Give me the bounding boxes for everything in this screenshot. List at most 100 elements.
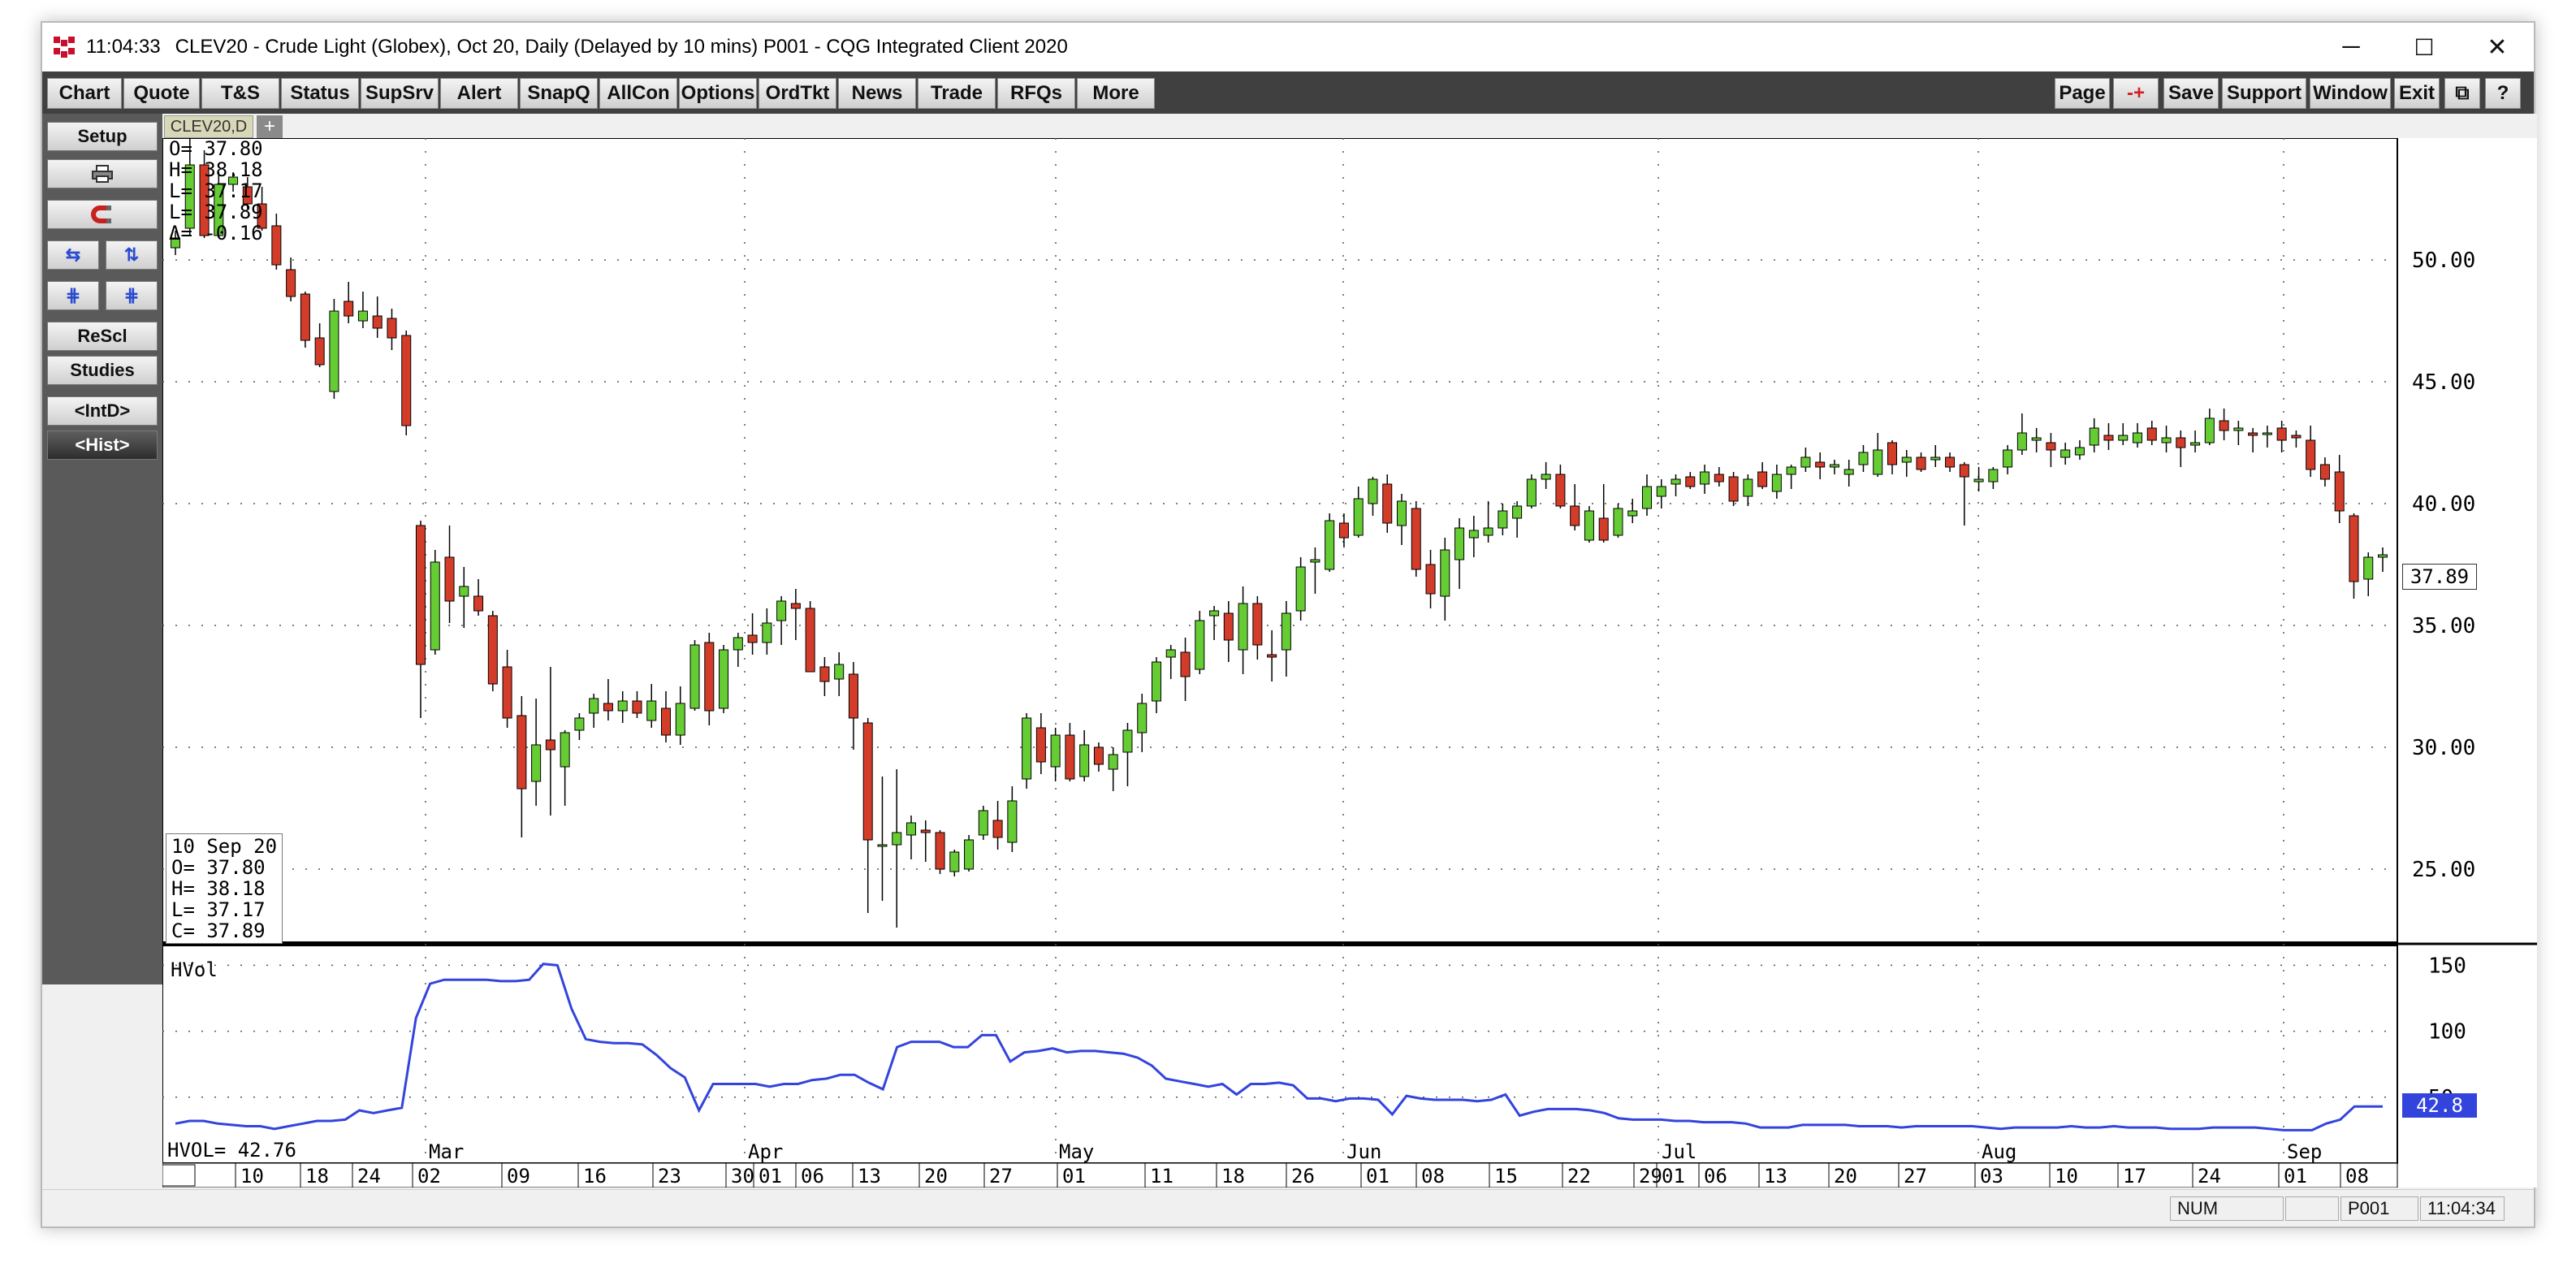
date-tick-label: 09 — [507, 1165, 530, 1188]
candle-body — [2190, 442, 2201, 446]
candle-body — [1252, 603, 1263, 646]
candle-body — [805, 608, 815, 673]
candle-body — [1310, 559, 1320, 563]
app-window: 11:04:33 CLEV20 - Crude Light (Globex), … — [41, 21, 2537, 1228]
supsrv-button[interactable]: SupSrv — [361, 78, 439, 109]
date-tick-label: 15 — [1494, 1165, 1518, 1188]
candle-body — [992, 820, 1003, 838]
window-button[interactable]: Window — [2310, 78, 2391, 109]
swap-horizontal-icon[interactable]: ⇆ — [47, 240, 99, 270]
candle-body — [1440, 549, 1450, 597]
more-button[interactable]: More — [1077, 78, 1155, 109]
candle-body — [719, 649, 729, 709]
date-tick-label: 13 — [858, 1165, 881, 1188]
chart-button[interactable]: Chart — [47, 78, 122, 109]
candle-body — [1858, 452, 1869, 465]
candle-body — [1771, 474, 1782, 492]
page-button[interactable]: Page — [2055, 78, 2110, 109]
candle-body — [1108, 754, 1118, 770]
status-page: P001 — [2340, 1196, 2418, 1221]
date-tick-label: 29 — [1639, 1165, 1662, 1188]
alert-button[interactable]: Alert — [440, 78, 518, 109]
history-button[interactable]: <Hist> — [47, 430, 158, 460]
cursor-low: L= 37.17 — [171, 898, 266, 921]
close-button[interactable]: ✕ — [2461, 23, 2534, 71]
candle-body — [487, 615, 498, 685]
date-tick-label: 06 — [1704, 1165, 1727, 1188]
candle-body — [762, 622, 772, 643]
chart-area[interactable]: 50.0045.0040.0035.0030.0025.001501005010… — [162, 114, 2537, 1188]
hvol-readout: HVOL= 42.76 — [167, 1139, 296, 1162]
ts-button[interactable]: T&S — [201, 78, 279, 109]
candle-body — [1454, 527, 1465, 560]
candle-body — [1570, 505, 1580, 526]
exit-button[interactable]: Exit — [2394, 78, 2440, 109]
allcon-button[interactable]: AllCon — [599, 78, 677, 109]
candle-body — [444, 556, 455, 602]
grid-compress-icon[interactable]: ⋕ — [47, 281, 99, 310]
candle-body — [1007, 800, 1018, 843]
maximize-button[interactable]: ☐ — [2388, 23, 2461, 71]
candle-body — [1209, 610, 1220, 617]
date-tick-label: 27 — [989, 1165, 1013, 1188]
candle-body — [2204, 418, 2215, 443]
candle-body — [1685, 476, 1696, 487]
grid-expand-icon[interactable]: ⋕ — [106, 281, 158, 310]
date-tick-label: 01 — [1062, 1165, 1086, 1188]
candle-body — [949, 851, 960, 872]
month-label: Aug — [1982, 1140, 2016, 1163]
candle-body — [1137, 703, 1148, 733]
candle-body — [1700, 471, 1710, 485]
date-tick-label: 23 — [658, 1165, 681, 1188]
candle-body — [531, 744, 542, 782]
options-button[interactable]: Options — [679, 78, 757, 109]
candle-body — [2146, 427, 2157, 441]
support-button[interactable]: Support — [2222, 78, 2306, 109]
print-button[interactable] — [47, 159, 158, 188]
tab-clev20[interactable]: CLEV20,D — [164, 115, 253, 138]
candle-body — [1425, 564, 1436, 595]
candle-body — [1714, 474, 1724, 482]
trade-button[interactable]: Trade — [918, 78, 996, 109]
status-button[interactable]: Status — [281, 78, 359, 109]
candle-body — [300, 293, 310, 341]
candle-body — [2248, 432, 2258, 436]
price-tick-label: 45.00 — [2412, 370, 2475, 395]
swap-vertical-icon[interactable]: ⇅ — [106, 240, 158, 270]
price-chart[interactable]: 50.0045.0040.0035.0030.0025.001501005010… — [162, 114, 2537, 1188]
candle-body — [2016, 432, 2027, 451]
plus-minus-button[interactable]: -+ — [2113, 78, 2159, 109]
add-tab-button[interactable]: + — [257, 115, 283, 138]
ordtkt-button[interactable]: OrdTkt — [759, 78, 836, 109]
snapq-button[interactable]: SnapQ — [520, 78, 598, 109]
candle-body — [1050, 734, 1061, 768]
candle-body — [819, 666, 830, 682]
main-toolbar: Chart Quote T&S Status SupSrv Alert Snap… — [42, 71, 2534, 114]
save-button[interactable]: Save — [2163, 78, 2219, 109]
candle-body — [502, 666, 512, 719]
candle-body — [1281, 612, 1291, 651]
candle-body — [2233, 427, 2244, 431]
candle-body — [545, 739, 555, 751]
rfqs-button[interactable]: RFQs — [997, 78, 1075, 109]
rescale-button[interactable]: ReScl — [47, 322, 158, 351]
candle-body — [747, 634, 758, 643]
num-lock-indicator: NUM — [2170, 1196, 2284, 1221]
candle — [1195, 611, 1205, 674]
help-button[interactable]: ? — [2485, 78, 2521, 109]
setup-button[interactable]: Setup — [47, 122, 158, 151]
candle-body — [1613, 508, 1623, 536]
magnet-button[interactable] — [47, 200, 158, 229]
news-button[interactable]: News — [838, 78, 916, 109]
hvol-panel-frame — [162, 945, 2398, 1164]
cursor-date: 10 Sep 20 — [171, 835, 278, 858]
candle-body — [1887, 442, 1898, 465]
quote-button[interactable]: Quote — [123, 78, 200, 109]
minimize-button[interactable]: ─ — [2315, 23, 2388, 71]
restore-icon[interactable]: ⧉ — [2444, 78, 2480, 109]
candle-body — [834, 664, 845, 680]
candle-body — [2089, 427, 2099, 446]
intraday-button[interactable]: <IntD> — [47, 396, 158, 426]
studies-button[interactable]: Studies — [47, 356, 158, 385]
candle-body — [733, 637, 743, 651]
